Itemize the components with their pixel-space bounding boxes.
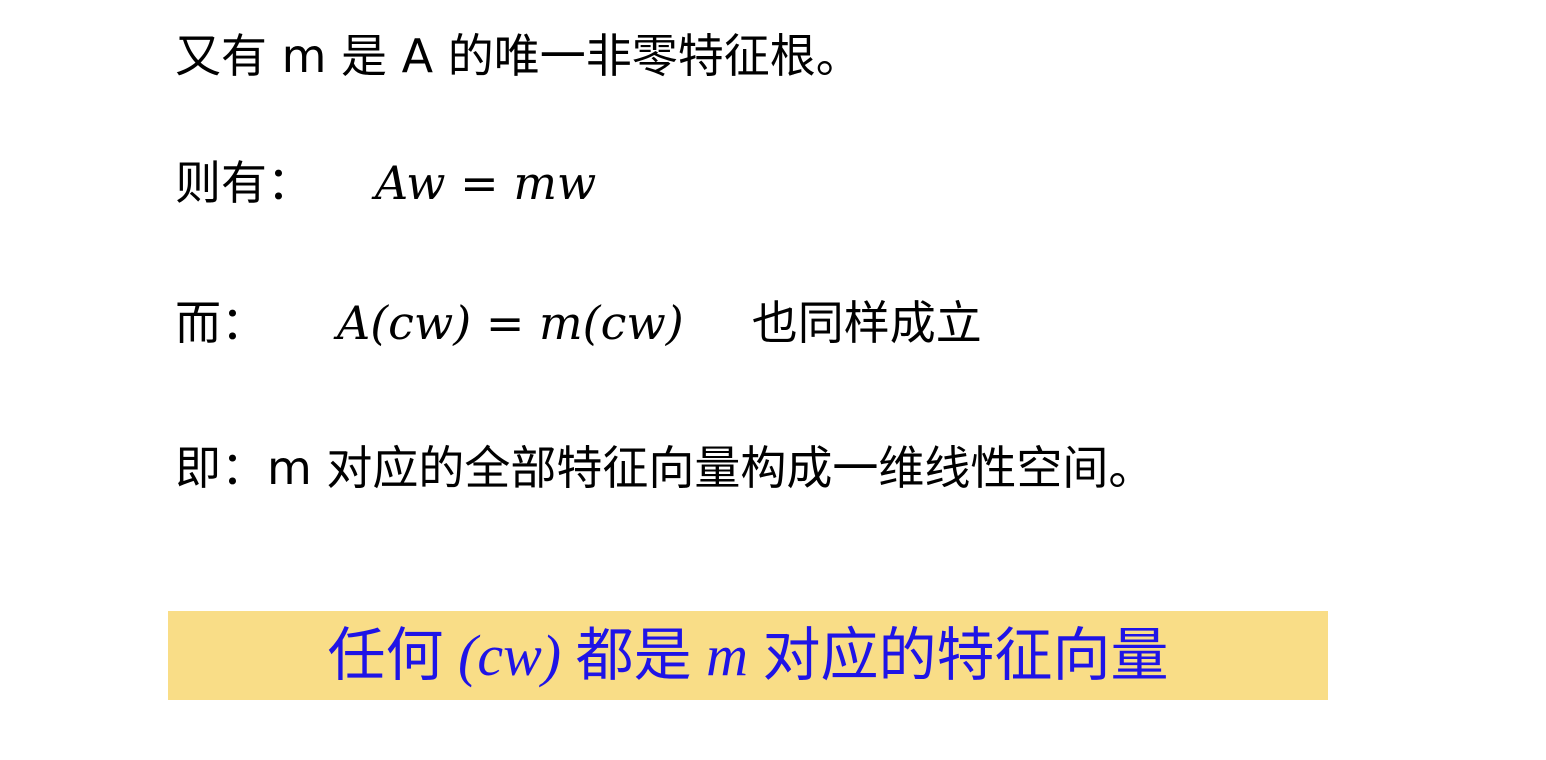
statement-unique-root: 又有 m 是 A 的唯一非零特征根。 xyxy=(175,28,862,84)
highlight-prefix: 任何 xyxy=(327,623,459,688)
equation-aw-equals-mw: Aw = mw xyxy=(375,156,597,210)
highlight-var-m: m xyxy=(706,623,748,688)
highlight-suffix: 对应的特征向量 xyxy=(747,623,1169,688)
equation-suffix-also-holds: 也同样成立 xyxy=(751,296,982,350)
statement-unique-root-text: 又有 m 是 A 的唯一非零特征根。 xyxy=(175,29,862,83)
highlight-middle: 都是 xyxy=(561,623,707,688)
statement-eigenspace: 即：m 对应的全部特征向量构成一维线性空间。 xyxy=(175,440,1154,496)
statement-eigenspace-text: 即：m 对应的全部特征向量构成一维线性空间。 xyxy=(175,441,1155,495)
equation-line-aw-mw: 则有： Aw = mw xyxy=(175,155,596,211)
equation-label-then: 则有： xyxy=(175,156,313,210)
equation-acw-equals-mcw: A(cw) = m(cw) xyxy=(337,296,684,350)
highlight-conclusion: 任何 (cw) 都是 m 对应的特征向量 xyxy=(168,626,1328,686)
highlight-box: 任何 (cw) 都是 m 对应的特征向量 xyxy=(168,611,1328,700)
equation-line-acw-mcw: 而： A(cw) = m(cw) 也同样成立 xyxy=(175,295,982,351)
equation-label-and: 而： xyxy=(175,296,267,350)
highlight-var-cw: (cw) xyxy=(458,623,562,688)
